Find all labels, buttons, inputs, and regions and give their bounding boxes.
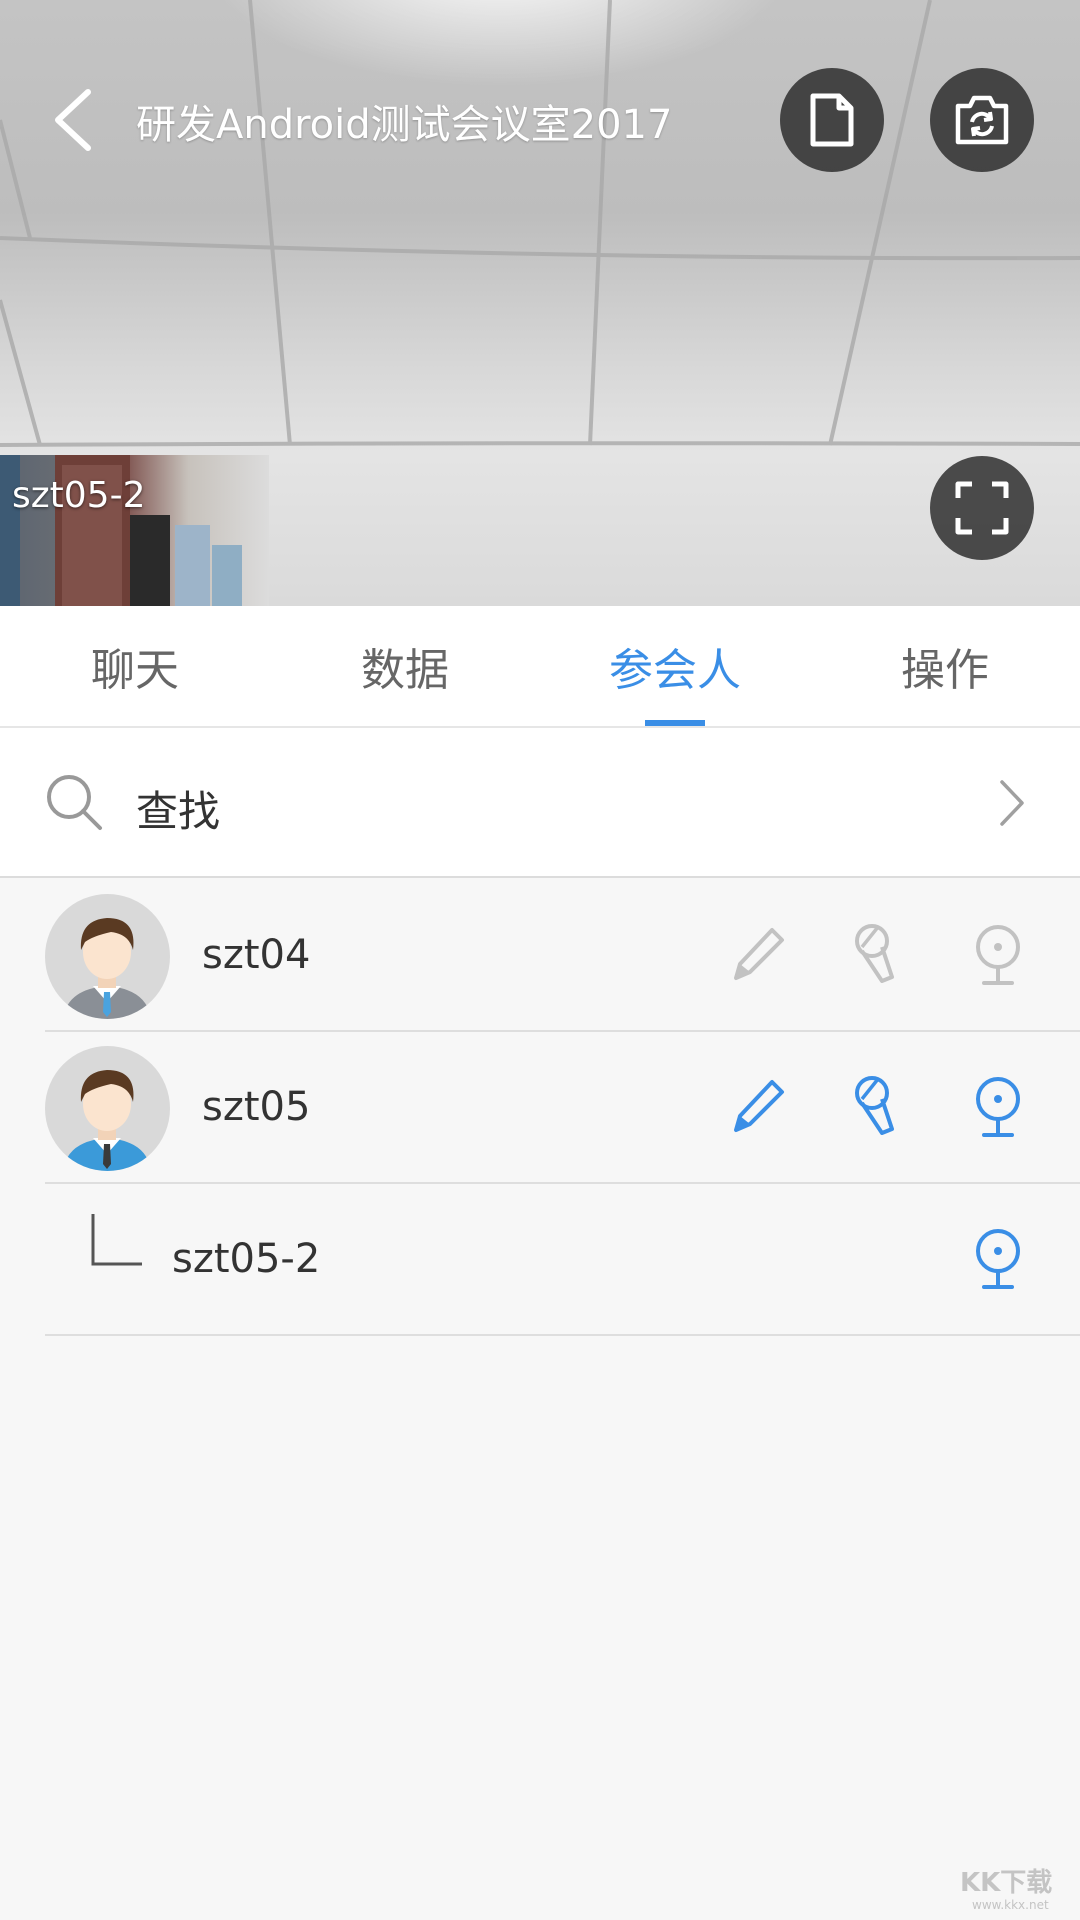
switch-camera-button[interactable] [930,68,1034,172]
microphone-button[interactable] [842,1070,914,1142]
participant-row[interactable]: szt04 [0,880,1080,1032]
search-icon [47,775,102,830]
tab-participants[interactable]: 参会人 [540,606,810,726]
tree-connector-icon [91,1214,142,1266]
user-avatar-icon [63,1070,151,1171]
sub-device-row[interactable]: szt05-2 [0,1184,1080,1336]
main-video-view[interactable]: 研发Android测试会议室2017 szt05-2 [0,0,1080,606]
camera-button[interactable] [962,1222,1034,1294]
document-icon [810,93,854,147]
sub-device-name: szt05-2 [172,1236,321,1282]
tab-bar: 聊天 数据 参会人 操作 [0,606,1080,728]
camera-button[interactable] [962,918,1034,990]
tab-operations[interactable]: 操作 [810,606,1080,726]
watermark-logo: KK下载 [960,1868,1053,1898]
avatar [45,1046,170,1171]
webcam-icon [976,1229,1020,1289]
back-button[interactable] [42,82,102,158]
search-row[interactable]: 查找 [0,728,1080,878]
tab-chat[interactable]: 聊天 [0,606,270,726]
microphone-button[interactable] [842,918,914,990]
avatar [45,894,170,1019]
watermark-url: www.kkx.net [972,1898,1049,1912]
chevron-left-icon [55,89,91,151]
annotation-permission-button[interactable] [722,918,794,990]
fullscreen-button[interactable] [930,456,1034,560]
participant-name: szt05 [202,1084,311,1130]
webcam-icon [976,925,1020,985]
secondary-video-thumbnail[interactable]: szt05-2 [0,455,269,606]
webcam-icon [976,1077,1020,1137]
participant-row[interactable]: szt05 [0,1032,1080,1184]
camera-button[interactable] [962,1070,1034,1142]
meeting-title: 研发Android测试会议室2017 [136,102,673,148]
microphone-icon [855,924,894,983]
microphone-icon [855,1076,894,1135]
thumbnail-label: szt05-2 [12,475,146,516]
user-avatar-icon [63,918,151,1019]
row-divider [45,1334,1080,1336]
annotation-permission-button[interactable] [722,1070,794,1142]
document-button[interactable] [780,68,884,172]
participant-name: szt04 [202,932,311,978]
pencil-icon [734,928,784,980]
pencil-icon [734,1080,784,1132]
fullscreen-icon [955,481,1009,535]
chevron-right-icon [1000,780,1024,826]
tab-data[interactable]: 数据 [270,606,540,726]
search-label: 查找 [136,787,221,836]
camera-switch-icon [955,95,1009,145]
